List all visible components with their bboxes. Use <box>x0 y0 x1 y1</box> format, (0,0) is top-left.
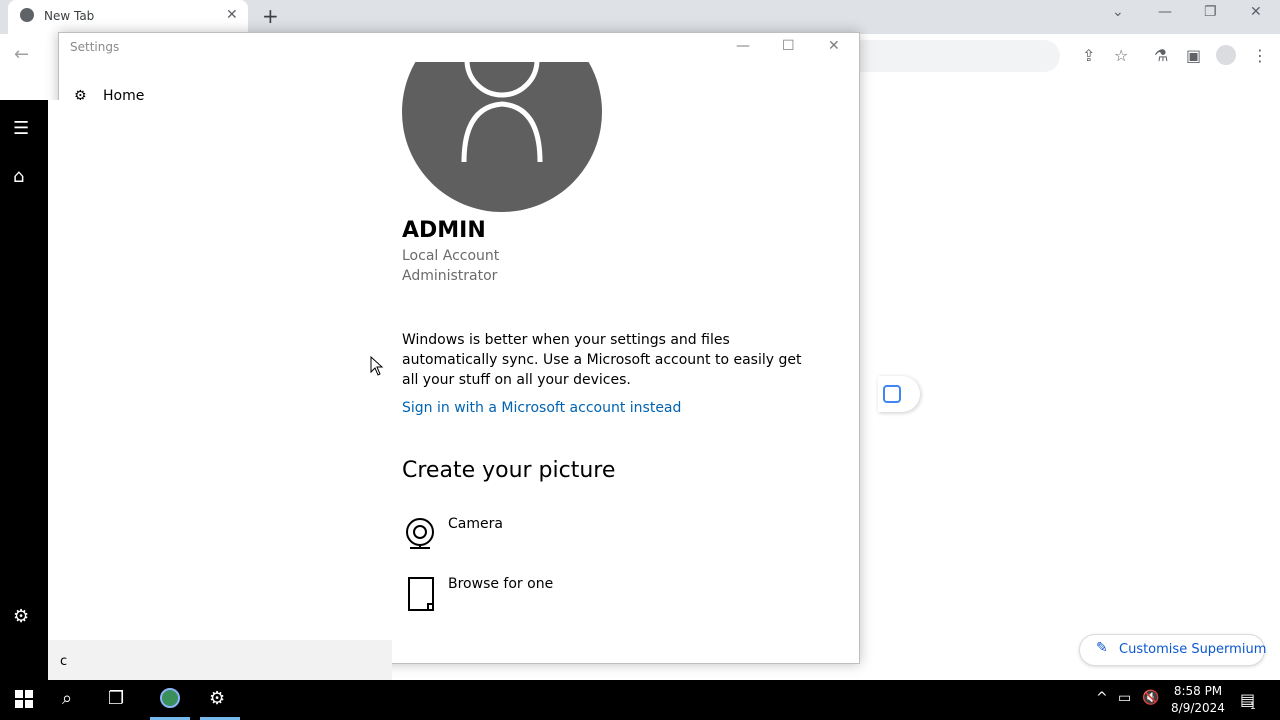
windows-taskbar <box>0 680 1280 720</box>
account-name: ADMIN <box>402 218 486 243</box>
menu-dots-icon[interactable]: ⋮ <box>1252 46 1268 65</box>
camera-option[interactable]: Camera <box>402 514 662 554</box>
notification-count: 1 <box>1250 702 1256 712</box>
settings-left-rail <box>0 100 48 680</box>
clock-date: 8/9/2024 <box>1171 701 1225 715</box>
settings-minimize-icon[interactable]: — <box>736 38 750 54</box>
settings-search-box[interactable] <box>48 640 392 680</box>
task-view-icon[interactable]: ❐ <box>108 688 124 709</box>
settings-maximize-icon[interactable]: ☐ <box>782 38 795 54</box>
mouse-cursor-icon <box>370 356 384 376</box>
customise-label: Customise Supermium <box>1119 642 1267 657</box>
profile-avatar[interactable] <box>1216 45 1236 65</box>
account-type: Local Account <box>402 248 500 264</box>
network-icon[interactable]: ▭ <box>1118 690 1131 706</box>
lens-icon <box>883 385 901 403</box>
taskbar-clock[interactable]: 8:58 PM 8/9/2024 <box>1160 683 1236 717</box>
camera-label: Camera <box>448 516 503 532</box>
side-panel-icon[interactable]: ▣ <box>1186 46 1201 65</box>
browse-option[interactable]: Browse for one <box>402 574 662 614</box>
camera-icon <box>406 518 434 549</box>
search-input-value[interactable]: c <box>60 654 67 669</box>
hamburger-menu-icon[interactable]: ☰ <box>13 118 29 139</box>
address-bar[interactable] <box>860 40 1060 72</box>
settings-taskbar-icon[interactable]: ⚙ <box>209 688 225 709</box>
tab-search-icon[interactable]: ⌄ <box>1112 4 1124 20</box>
settings-close-icon[interactable]: ✕ <box>828 38 840 54</box>
tab-title: New Tab <box>44 9 95 23</box>
account-avatar <box>402 62 602 212</box>
settings-gear-icon[interactable]: ⚙ <box>13 606 29 627</box>
restore-icon[interactable]: ❐ <box>1204 4 1217 20</box>
home-icon[interactable]: ⌂ <box>13 166 24 187</box>
chrome-icon <box>20 8 34 22</box>
sync-description: Windows is better when your settings and… <box>402 332 802 388</box>
browser-taskbar-icon[interactable] <box>160 688 180 708</box>
new-tab-button[interactable]: + <box>262 4 279 28</box>
nav-home-label: Home <box>103 88 145 100</box>
settings-window-title: Settings <box>70 40 120 54</box>
close-window-icon[interactable]: ✕ <box>1250 4 1262 20</box>
tray-chevron-icon[interactable]: ^ <box>1096 690 1108 706</box>
sign-in-microsoft-link[interactable]: Sign in with a Microsoft account instead <box>402 400 681 416</box>
minimize-icon[interactable]: — <box>1158 4 1172 20</box>
bookmark-star-icon[interactable]: ☆ <box>1114 46 1128 65</box>
pencil-icon: ✎ <box>1096 640 1108 656</box>
back-icon[interactable]: ← <box>14 44 29 65</box>
account-role: Administrator <box>402 268 498 284</box>
create-picture-heading: Create your picture <box>402 458 616 483</box>
windows-start-icon[interactable] <box>15 690 33 708</box>
file-icon <box>408 577 434 611</box>
taskbar-search-icon[interactable]: ⌕ <box>62 688 72 709</box>
clock-time: 8:58 PM <box>1173 684 1223 698</box>
browse-label: Browse for one <box>448 576 554 592</box>
share-icon[interactable]: ⇪ <box>1082 46 1095 65</box>
labs-icon[interactable]: ⚗ <box>1154 46 1168 65</box>
gear-icon: ⚙ <box>74 88 87 100</box>
settings-nav-pane <box>48 100 392 680</box>
user-icon <box>461 62 543 163</box>
volume-muted-icon[interactable]: 🔇 <box>1142 690 1159 706</box>
close-tab-icon[interactable]: ✕ <box>226 7 238 23</box>
nav-home-item[interactable]: ⚙ Home <box>74 88 144 100</box>
